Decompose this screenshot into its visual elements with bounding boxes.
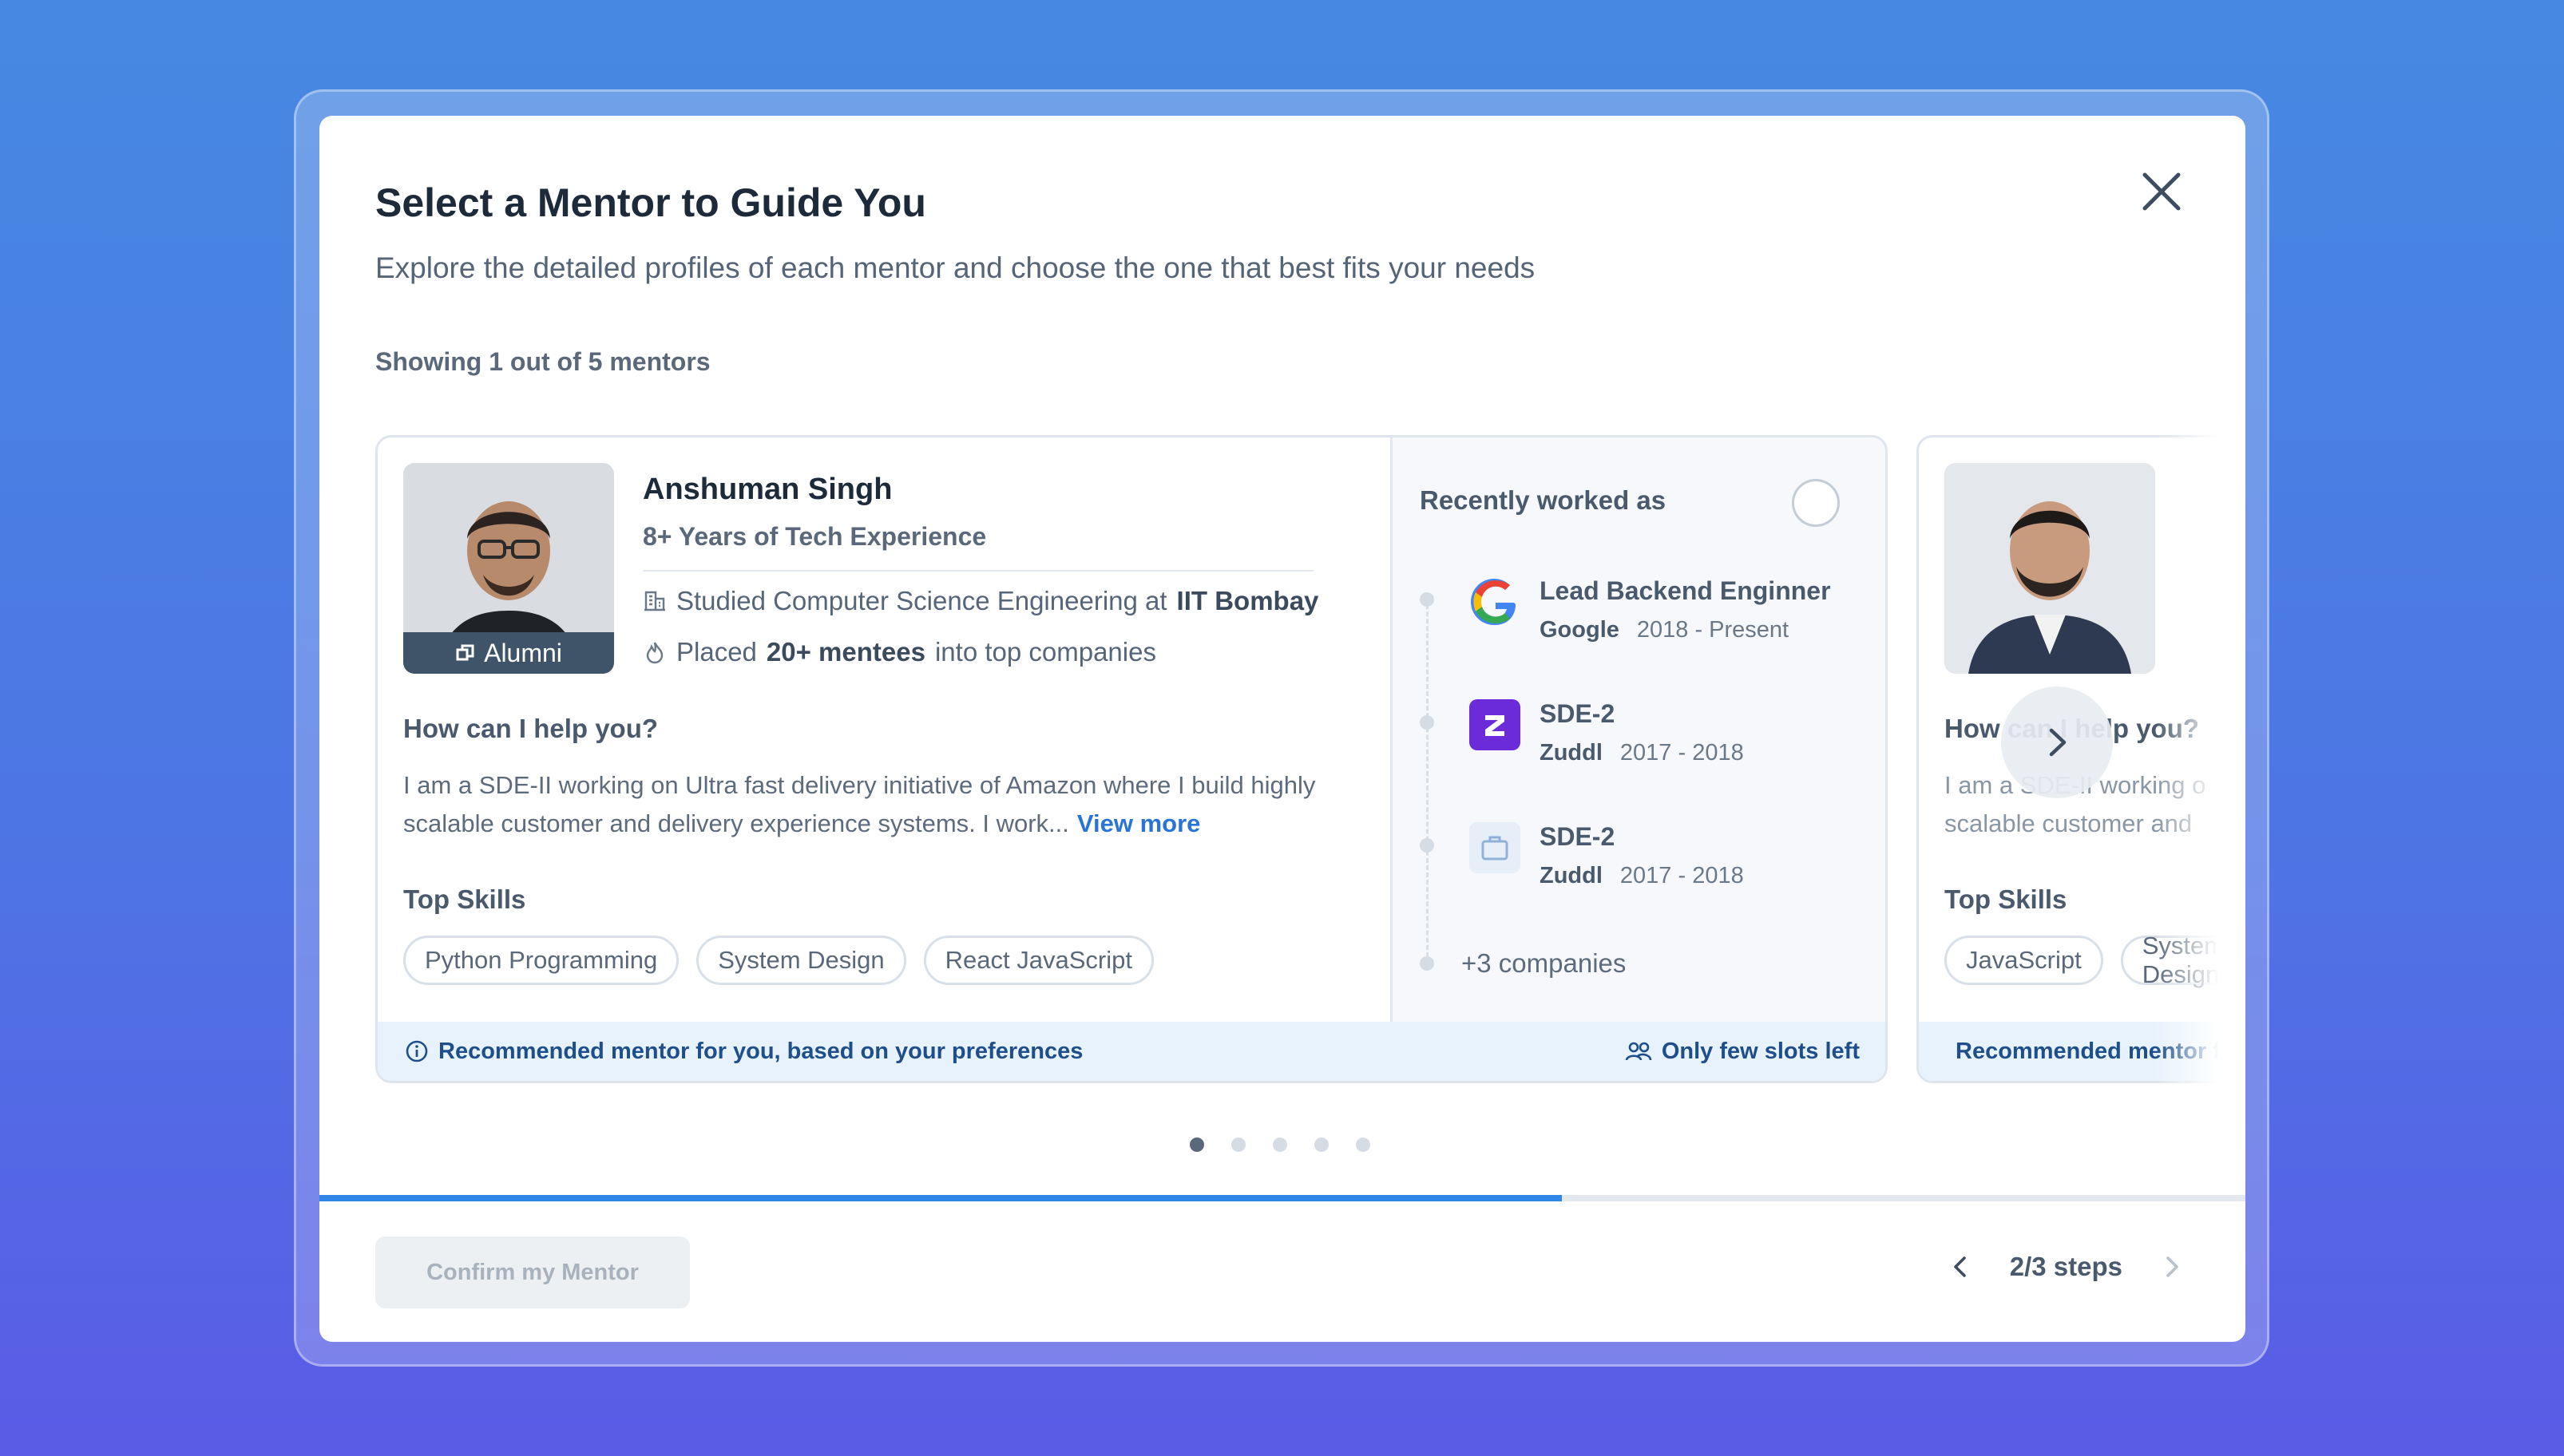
step-progress-bar [319, 1195, 2245, 1201]
fire-icon [646, 642, 664, 664]
confirm-mentor-button[interactable]: Confirm my Mentor [375, 1236, 690, 1308]
timeline-dot [1420, 592, 1434, 607]
job-entry: Lead Backend Enginner Google 2018 - Prese… [1469, 576, 1831, 643]
pagination-dot[interactable] [1314, 1138, 1329, 1152]
mentor-card[interactable]: Alumni Anshuman Singh 8+ Years of Tech E… [375, 435, 1888, 1083]
timeline-dot [1420, 715, 1434, 730]
briefcase-icon [1469, 822, 1520, 873]
skill-chip: System Design [696, 936, 906, 985]
job-company: Zuddl [1540, 740, 1603, 766]
more-companies[interactable]: +3 companies [1461, 948, 1626, 979]
chevron-right-icon [2049, 728, 2067, 757]
next-step-button[interactable] [2154, 1249, 2190, 1284]
mentor-name: Anshuman Singh [643, 473, 893, 506]
placement-suffix: into top companies [934, 637, 1156, 667]
skill-chip: JavaScript [1944, 936, 2103, 985]
next-mentor-avatar [1944, 463, 2155, 674]
chevron-right-icon [2166, 1256, 2178, 1277]
job-role: SDE-2 [1540, 822, 1615, 851]
help-text-block: I am a SDE-II working on Ultra fast deli… [403, 766, 1345, 843]
placement-fact: Placed 20+ mentees into top companies [643, 637, 1156, 667]
job-role: Lead Backend Enginner [1540, 576, 1831, 605]
job-company: Google [1540, 617, 1619, 643]
mentor-profile: Alumni Anshuman Singh 8+ Years of Tech E… [378, 437, 1390, 1027]
chevron-left-icon [1953, 1256, 1966, 1277]
job-entry: SDE-2 Zuddl 2017 - 2018 [1469, 822, 1744, 889]
pagination-dot[interactable] [1273, 1138, 1287, 1152]
education-institute: IIT Bombay [1176, 586, 1319, 615]
job-role: SDE-2 [1540, 699, 1615, 728]
next-mentor-photo [1944, 463, 2155, 674]
job-period: 2018 - Present [1636, 617, 1789, 643]
step-navigator: 2/3 steps [1943, 1249, 2190, 1284]
pagination-dot[interactable] [1190, 1138, 1204, 1152]
carousel-fade [2156, 419, 2245, 1106]
mentor-experience: 8+ Years of Tech Experience [643, 522, 987, 551]
timeline-dot [1420, 956, 1434, 971]
placement-count: 20+ mentees [766, 637, 925, 667]
skills-heading: Top Skills [403, 884, 526, 914]
work-history-heading: Recently worked as [1420, 485, 1666, 515]
skill-chip: Python Programming [403, 936, 680, 985]
card-footer: Recommended mentor for you, based on you… [378, 1022, 1885, 1081]
alumni-label: Alumni [484, 638, 562, 667]
help-heading: How can I help you? [403, 714, 659, 743]
users-icon [1625, 1042, 1652, 1061]
mentor-select-modal: Select a Mentor to Guide You Explore the… [319, 116, 2245, 1342]
pagination-dot[interactable] [1356, 1138, 1370, 1152]
mentor-count: Showing 1 out of 5 mentors [375, 347, 711, 376]
google-logo-icon [1469, 576, 1520, 627]
job-period: 2017 - 2018 [1619, 740, 1744, 766]
job-entry: SDE-2 Zuddl 2017 - 2018 [1469, 699, 1744, 766]
alumni-badge: Alumni [403, 632, 614, 674]
timeline-dot [1420, 838, 1434, 853]
divider [643, 570, 1314, 572]
skills-list: Python Programming System Design React J… [403, 936, 1154, 985]
skill-chip: React JavaScript [923, 936, 1154, 985]
carousel-pagination [1190, 1138, 1370, 1152]
step-progress-fill [319, 1195, 1562, 1201]
close-icon [2142, 172, 2181, 211]
building-icon [644, 591, 665, 611]
work-history-panel: Recently worked as Lead Backend Enginner… [1390, 437, 1885, 1027]
mentor-photo: Alumni [403, 463, 614, 674]
job-period: 2017 - 2018 [1619, 863, 1744, 888]
timeline-line [1426, 597, 1429, 964]
zuddl-logo-icon [1469, 699, 1520, 750]
job-company: Zuddl [1540, 863, 1603, 888]
view-more-link[interactable]: View more [1077, 809, 1201, 837]
modal-title: Select a Mentor to Guide You [375, 180, 926, 225]
placement-prefix: Placed [676, 637, 757, 667]
next-skills-heading: Top Skills [1944, 884, 2067, 914]
pagination-dot[interactable] [1231, 1138, 1246, 1152]
previous-step-button[interactable] [1943, 1249, 1978, 1284]
recommendation-text: Recommended mentor for you, based on you… [438, 1038, 1084, 1064]
steps-label: 2/3 steps [2009, 1252, 2122, 1281]
education-fact: Studied Computer Science Engineering at … [643, 586, 1318, 616]
education-text: Studied Computer Science Engineering at [676, 586, 1167, 615]
modal-subtitle: Explore the detailed profiles of each me… [375, 251, 1536, 284]
slots-text: Only few slots left [1661, 1038, 1860, 1064]
recommendation-note: Recommended mentor for you, based on you… [405, 1039, 1083, 1065]
alumni-icon [456, 644, 474, 661]
close-button[interactable] [2134, 164, 2190, 220]
info-icon [406, 1040, 428, 1062]
select-mentor-radio[interactable] [1792, 479, 1840, 527]
slots-note: Only few slots left [1625, 1039, 1860, 1065]
carousel-next-button[interactable] [2001, 686, 2113, 798]
